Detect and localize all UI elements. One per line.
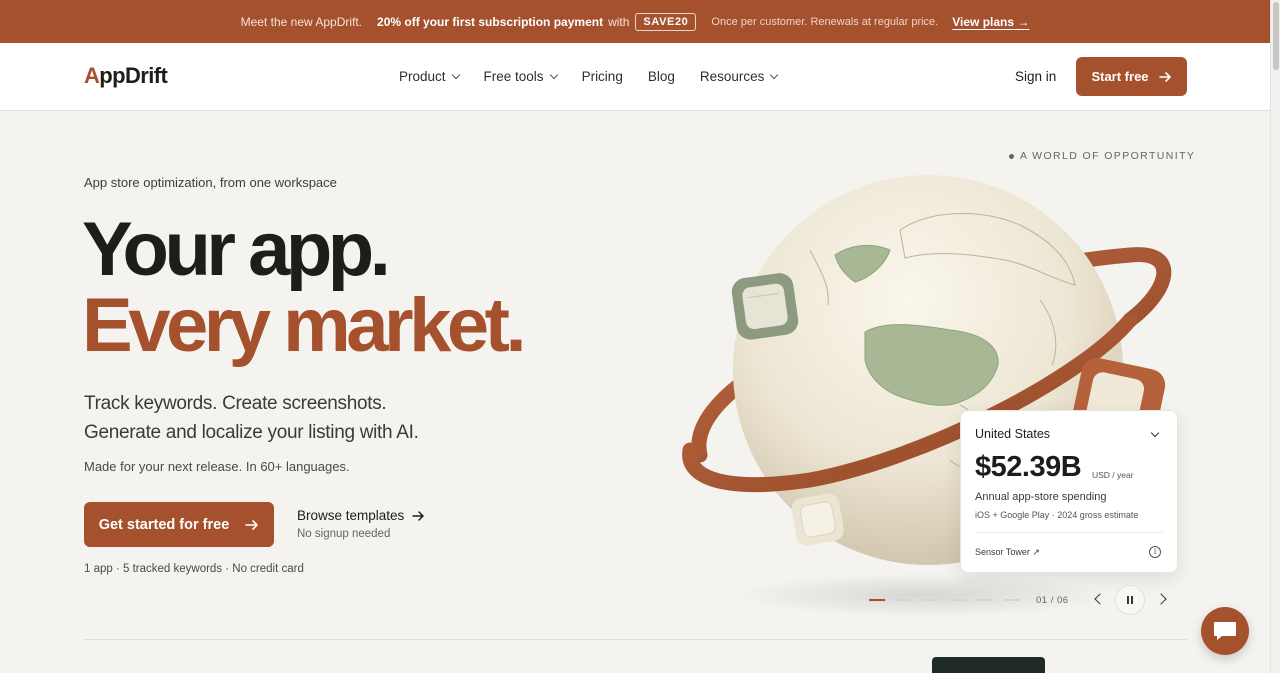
hero-eyebrow: App store optimization, from one workspa… xyxy=(84,175,337,190)
carousel-indicators xyxy=(869,599,1020,601)
nav-item-resources[interactable]: Resources xyxy=(699,69,779,84)
hero-note: Made for your next release. In 60+ langu… xyxy=(84,459,350,474)
promo-fine-print: Once per customer. Renewals at regular p… xyxy=(711,15,939,28)
top-nav: AppDrift Product Free tools Pricing Blog… xyxy=(0,43,1270,111)
arrow-right-icon xyxy=(412,510,425,521)
data-provider-link[interactable]: Sensor Tower ↗ xyxy=(975,547,1040,558)
hero-headline-line-1: Your app. xyxy=(82,207,391,292)
showcase-kicker-label: A WORLD OF OPPORTUNITY xyxy=(1020,150,1196,162)
carousel-pager: 01 / 06 xyxy=(1036,595,1069,606)
arrow-right-icon xyxy=(245,519,259,530)
promo-with: with xyxy=(608,14,630,29)
view-plans-link[interactable]: View plans → xyxy=(952,15,1029,29)
browse-templates-label: Browse templates xyxy=(297,508,405,523)
main-menu: Product Free tools Pricing Blog Resource… xyxy=(399,69,779,84)
pause-button[interactable] xyxy=(1115,585,1145,615)
page-scrollbar[interactable] xyxy=(1270,0,1280,673)
nav-item-free-tools[interactable]: Free tools xyxy=(483,69,558,84)
carousel-dot[interactable] xyxy=(923,599,939,601)
section-divider xyxy=(84,639,1187,640)
pause-icon xyxy=(1127,596,1129,604)
chevron-down-icon xyxy=(549,70,558,79)
hero-subtitle-line-2: Generate and localize your listing with … xyxy=(84,422,419,443)
hero-subtitle-line-1: Track keywords. Create screenshots. xyxy=(84,393,387,414)
promo-code: SAVE20 xyxy=(635,12,697,31)
browse-templates-note: No signup needed xyxy=(297,528,391,540)
promo-offer: 20% off your first subscription payment xyxy=(377,14,604,29)
card-divider xyxy=(975,532,1163,533)
nav-item-label: Blog xyxy=(647,69,675,84)
spending-amount: $52.39B xyxy=(975,451,1082,483)
chat-bubble-icon xyxy=(1214,622,1236,640)
chat-launcher-button[interactable] xyxy=(1201,607,1249,655)
carousel-dot[interactable] xyxy=(896,599,912,601)
spending-source: iOS + Google Play · 2024 gross estimate xyxy=(975,510,1139,520)
plan-fine-print: 1 app · 5 tracked keywords · No credit c… xyxy=(84,563,304,575)
country-select[interactable]: United States xyxy=(975,427,1050,441)
market-stat-card: United States $52.39B USD / year Annual … xyxy=(960,410,1178,573)
showcase-kicker: A WORLD OF OPPORTUNITY xyxy=(1009,150,1195,162)
chevron-down-icon xyxy=(770,70,779,79)
nav-item-label: Resources xyxy=(699,69,765,84)
floating-tile-green xyxy=(731,273,799,340)
get-started-button[interactable]: Get started for free xyxy=(84,502,274,547)
spending-unit: USD / year xyxy=(1092,470,1134,480)
arrow-right-icon xyxy=(1158,71,1171,82)
appdrift-logo[interactable]: AppDrift xyxy=(84,63,168,89)
next-section-preview xyxy=(932,657,1045,673)
start-free-label: Start free xyxy=(1091,69,1149,84)
chevron-down-icon xyxy=(451,70,460,79)
carousel-dot[interactable] xyxy=(869,599,885,601)
spending-label: Annual app-store spending xyxy=(975,491,1107,503)
carousel-dot[interactable] xyxy=(1004,599,1020,601)
carousel-dot[interactable] xyxy=(950,599,966,601)
promo-banner: Meet the new AppDrift. 20% off your firs… xyxy=(0,0,1270,43)
chevron-down-icon[interactable] xyxy=(1150,428,1160,438)
sign-in-link[interactable]: Sign in xyxy=(1015,69,1056,84)
scrollbar-thumb[interactable] xyxy=(1273,2,1279,70)
nav-item-label: Pricing xyxy=(581,69,623,84)
pause-icon xyxy=(1131,596,1133,604)
nav-item-blog[interactable]: Blog xyxy=(648,69,675,84)
hero-headline-line-2: Every market. xyxy=(82,283,527,368)
bullet-dot-icon xyxy=(1009,153,1014,159)
nav-item-pricing[interactable]: Pricing xyxy=(582,69,623,84)
nav-item-label: Free tools xyxy=(483,69,544,84)
info-icon[interactable]: i xyxy=(1149,546,1161,558)
nav-item-product[interactable]: Product xyxy=(399,69,460,84)
get-started-label: Get started for free xyxy=(98,516,230,533)
promo-lead: Meet the new AppDrift. xyxy=(240,14,363,29)
carousel-dot[interactable] xyxy=(977,599,993,601)
start-free-button[interactable]: Start free xyxy=(1076,57,1187,96)
browse-templates-link[interactable]: Browse templates xyxy=(297,508,425,523)
floating-tile-small xyxy=(791,493,844,546)
nav-item-label: Product xyxy=(399,69,446,84)
